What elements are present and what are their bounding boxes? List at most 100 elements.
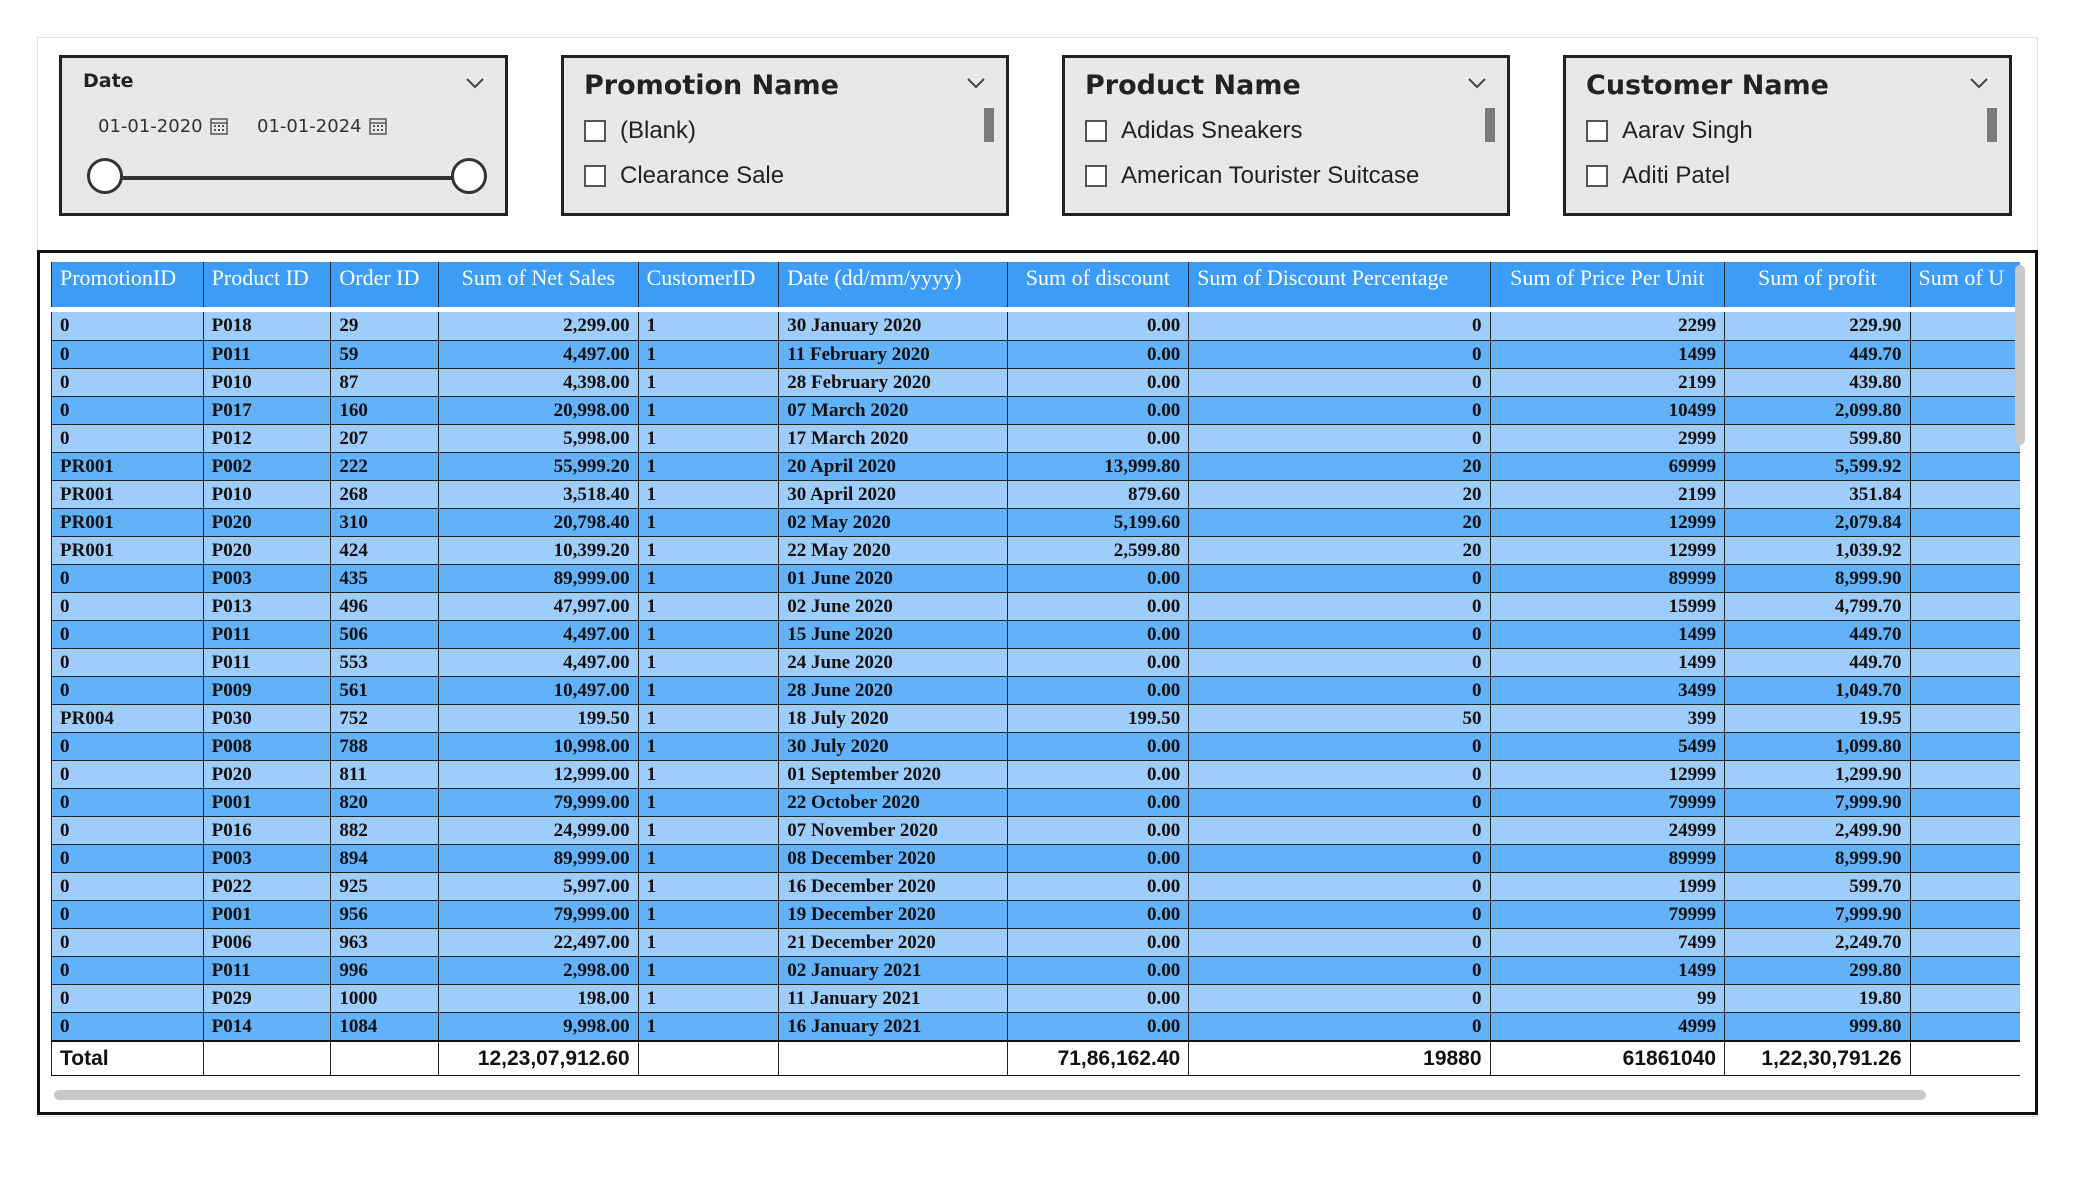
table-row[interactable]: PR001 P020 310 20,798.40 1 02 May 2020 5,199.6…	[51, 508, 2020, 537]
checkbox[interactable]	[584, 165, 606, 187]
table-cell: PR001	[51, 452, 204, 481]
table-cell: 1	[637, 872, 779, 901]
horizontal-scrollbar[interactable]	[54, 1090, 1926, 1100]
table-row[interactable]: 0 P013 496 47,997.00 1 02 June 2020 0.00 0 15999…	[51, 592, 2020, 621]
checkbox[interactable]	[1085, 165, 1107, 187]
table-cell: 28 June 2020	[778, 676, 1008, 705]
column-header[interactable]: Sum of Net Sales	[438, 262, 639, 307]
table-row[interactable]: 0 P022 925 5,997.00 1 16 December 2020 0.00 0 19…	[51, 872, 2020, 901]
table-cell: 02 May 2020	[778, 508, 1008, 537]
table-cell: 956	[330, 900, 439, 929]
table-cell: 0.00	[1006, 900, 1189, 929]
promotion-name-slicer[interactable]: Promotion Name (Blank) Clearance Sale	[561, 55, 1009, 216]
table-row[interactable]: 0 P018 29 2,299.00 1 30 January 2020 0.00 0 2299…	[51, 312, 2020, 341]
calendar-icon[interactable]	[209, 116, 229, 136]
product-name-slicer[interactable]: Product Name Adidas Sneakers American To…	[1062, 55, 1510, 216]
table-cell: 1	[637, 312, 779, 341]
column-header[interactable]: Sum of Price Per Unit	[1489, 262, 1725, 307]
table-row[interactable]: 0 P006 963 22,497.00 1 21 December 2020 0.00 0 7…	[51, 928, 2020, 957]
sales-table-visual[interactable]: PromotionID Product ID Order ID Sum of Net …	[37, 250, 2038, 1115]
table-cell: 1999	[1489, 872, 1725, 901]
table-row[interactable]: 0 P011 996 2,998.00 1 02 January 2021 0.00 0 149…	[51, 956, 2020, 985]
table-row[interactable]: 0 P003 894 89,999.00 1 08 December 2020 0.00 0 8…	[51, 844, 2020, 873]
column-header[interactable]: Product ID	[202, 262, 331, 307]
table-cell: 4,497.00	[438, 340, 639, 369]
table-cell	[1909, 480, 2020, 509]
column-header[interactable]: Order ID	[330, 262, 439, 307]
table-row[interactable]: 0 P029 1000 198.00 1 11 January 2021 0.00 0 99 19…	[51, 984, 2020, 1013]
table-cell: 449.70	[1724, 648, 1911, 677]
chevron-down-icon[interactable]	[966, 76, 986, 90]
table-row[interactable]: PR001 P020 424 10,399.20 1 22 May 2020 2,599.8…	[51, 536, 2020, 565]
column-header[interactable]: PromotionID	[51, 262, 204, 307]
slicer-item-label: Clearance Sale	[620, 162, 785, 189]
chevron-down-icon[interactable]	[1969, 76, 1989, 90]
column-header[interactable]: Sum of Discount Percentage	[1188, 262, 1491, 307]
table-cell: 1,299.90	[1724, 760, 1911, 789]
column-header[interactable]: Sum of profit	[1724, 262, 1911, 307]
table-row[interactable]: 0 P001 820 79,999.00 1 22 October 2020 0.00 0 79…	[51, 788, 2020, 817]
table-row[interactable]: 0 P016 882 24,999.00 1 07 November 2020 0.00 0 2…	[51, 816, 2020, 845]
table-row[interactable]: 0 P020 811 12,999.00 1 01 September 2020 0.00 0…	[51, 760, 2020, 789]
calendar-icon[interactable]	[368, 116, 388, 136]
table-cell: 0	[1188, 872, 1491, 901]
column-header[interactable]: Sum of U	[1909, 262, 2020, 307]
slicer-item-blank[interactable]: (Blank)	[584, 114, 696, 148]
chevron-down-icon[interactable]	[1467, 76, 1487, 90]
table-cell	[1909, 732, 2020, 761]
checkbox[interactable]	[584, 120, 606, 142]
table-row[interactable]: 0 P011 506 4,497.00 1 15 June 2020 0.00 0 1499 44…	[51, 620, 2020, 649]
table-cell: 199.50	[1006, 704, 1189, 733]
checkbox[interactable]	[1586, 165, 1608, 187]
table-row[interactable]: 0 P011 59 4,497.00 1 11 February 2020 0.00 0 149…	[51, 340, 2020, 369]
customer-name-slicer[interactable]: Customer Name Aarav Singh Aditi Patel	[1563, 55, 2012, 216]
table-row[interactable]: 0 P009 561 10,497.00 1 28 June 2020 0.00 0 3499 1…	[51, 676, 2020, 705]
slicer-scrollbar[interactable]	[984, 108, 994, 142]
end-date-field[interactable]: 01-01-2024	[257, 116, 362, 137]
slicer-item-american-tourister-suitcase[interactable]: American Tourister Suitcase	[1085, 159, 1419, 193]
table-cell: 1	[637, 368, 779, 397]
table-cell: 0.00	[1006, 984, 1189, 1013]
slicer-item-adidas-sneakers[interactable]: Adidas Sneakers	[1085, 114, 1302, 148]
table-cell: 0	[51, 928, 204, 957]
table-cell: 0.00	[1006, 648, 1189, 677]
slicer-item-aarav-singh[interactable]: Aarav Singh	[1586, 114, 1753, 148]
table-cell: 07 March 2020	[778, 396, 1008, 425]
table-cell: 0	[1188, 760, 1491, 789]
checkbox[interactable]	[1586, 120, 1608, 142]
slicer-item-aditi-patel[interactable]: Aditi Patel	[1586, 159, 1730, 193]
table-cell: P011	[202, 648, 331, 677]
table-cell: 89,999.00	[438, 564, 639, 593]
table-row[interactable]: 0 P011 553 4,497.00 1 24 June 2020 0.00 0 1499 44…	[51, 648, 2020, 677]
total-cell	[637, 1039, 779, 1076]
slicer-item-clearance-sale[interactable]: Clearance Sale	[584, 159, 784, 193]
column-header[interactable]: CustomerID	[637, 262, 779, 307]
vertical-scrollbar[interactable]	[2015, 265, 2025, 445]
table-row[interactable]: PR004 P030 752 199.50 1 18 July 2020 199.50 50 3…	[51, 704, 2020, 733]
slicer-scrollbar[interactable]	[1485, 108, 1495, 142]
table-row[interactable]: 0 P014 1084 9,998.00 1 16 January 2021 0.00 0 49…	[51, 1012, 2020, 1041]
slicer-scrollbar[interactable]	[1987, 108, 1997, 142]
table-row[interactable]: 0 P017 160 20,998.00 1 07 March 2020 0.00 0 1049…	[51, 396, 2020, 425]
table-row[interactable]: 0 P012 207 5,998.00 1 17 March 2020 0.00 0 2999 5…	[51, 424, 2020, 453]
table-row[interactable]: 0 P001 956 79,999.00 1 19 December 2020 0.00 0 7…	[51, 900, 2020, 929]
table-row[interactable]: 0 P008 788 10,998.00 1 30 July 2020 0.00 0 5499 1…	[51, 732, 2020, 761]
column-header[interactable]: Sum of discount	[1006, 262, 1189, 307]
date-range-track[interactable]	[108, 176, 478, 180]
table-row[interactable]: PR001 P002 222 55,999.20 1 20 April 2020 13,99…	[51, 452, 2020, 481]
checkbox[interactable]	[1085, 120, 1107, 142]
end-date-handle[interactable]	[451, 158, 487, 194]
table-row[interactable]: PR001 P010 268 3,518.40 1 30 April 2020 879.60…	[51, 480, 2020, 509]
table-cell: 2,079.84	[1724, 508, 1911, 537]
start-date-handle[interactable]	[87, 158, 123, 194]
chevron-down-icon[interactable]	[465, 76, 485, 90]
table-cell	[1909, 984, 2020, 1013]
table-cell: 229.90	[1724, 312, 1911, 341]
table-row[interactable]: 0 P003 435 89,999.00 1 01 June 2020 0.00 0 89999…	[51, 564, 2020, 593]
table-row[interactable]: 0 P010 87 4,398.00 1 28 February 2020 0.00 0 219…	[51, 368, 2020, 397]
start-date-field[interactable]: 01-01-2020	[98, 116, 203, 137]
table-cell: 0.00	[1006, 564, 1189, 593]
table-cell: 12999	[1489, 508, 1725, 537]
date-slicer[interactable]: Date 01-01-2020 01-01-2024	[59, 55, 508, 216]
column-header[interactable]: Date (dd/mm/yyyy)	[778, 262, 1008, 307]
